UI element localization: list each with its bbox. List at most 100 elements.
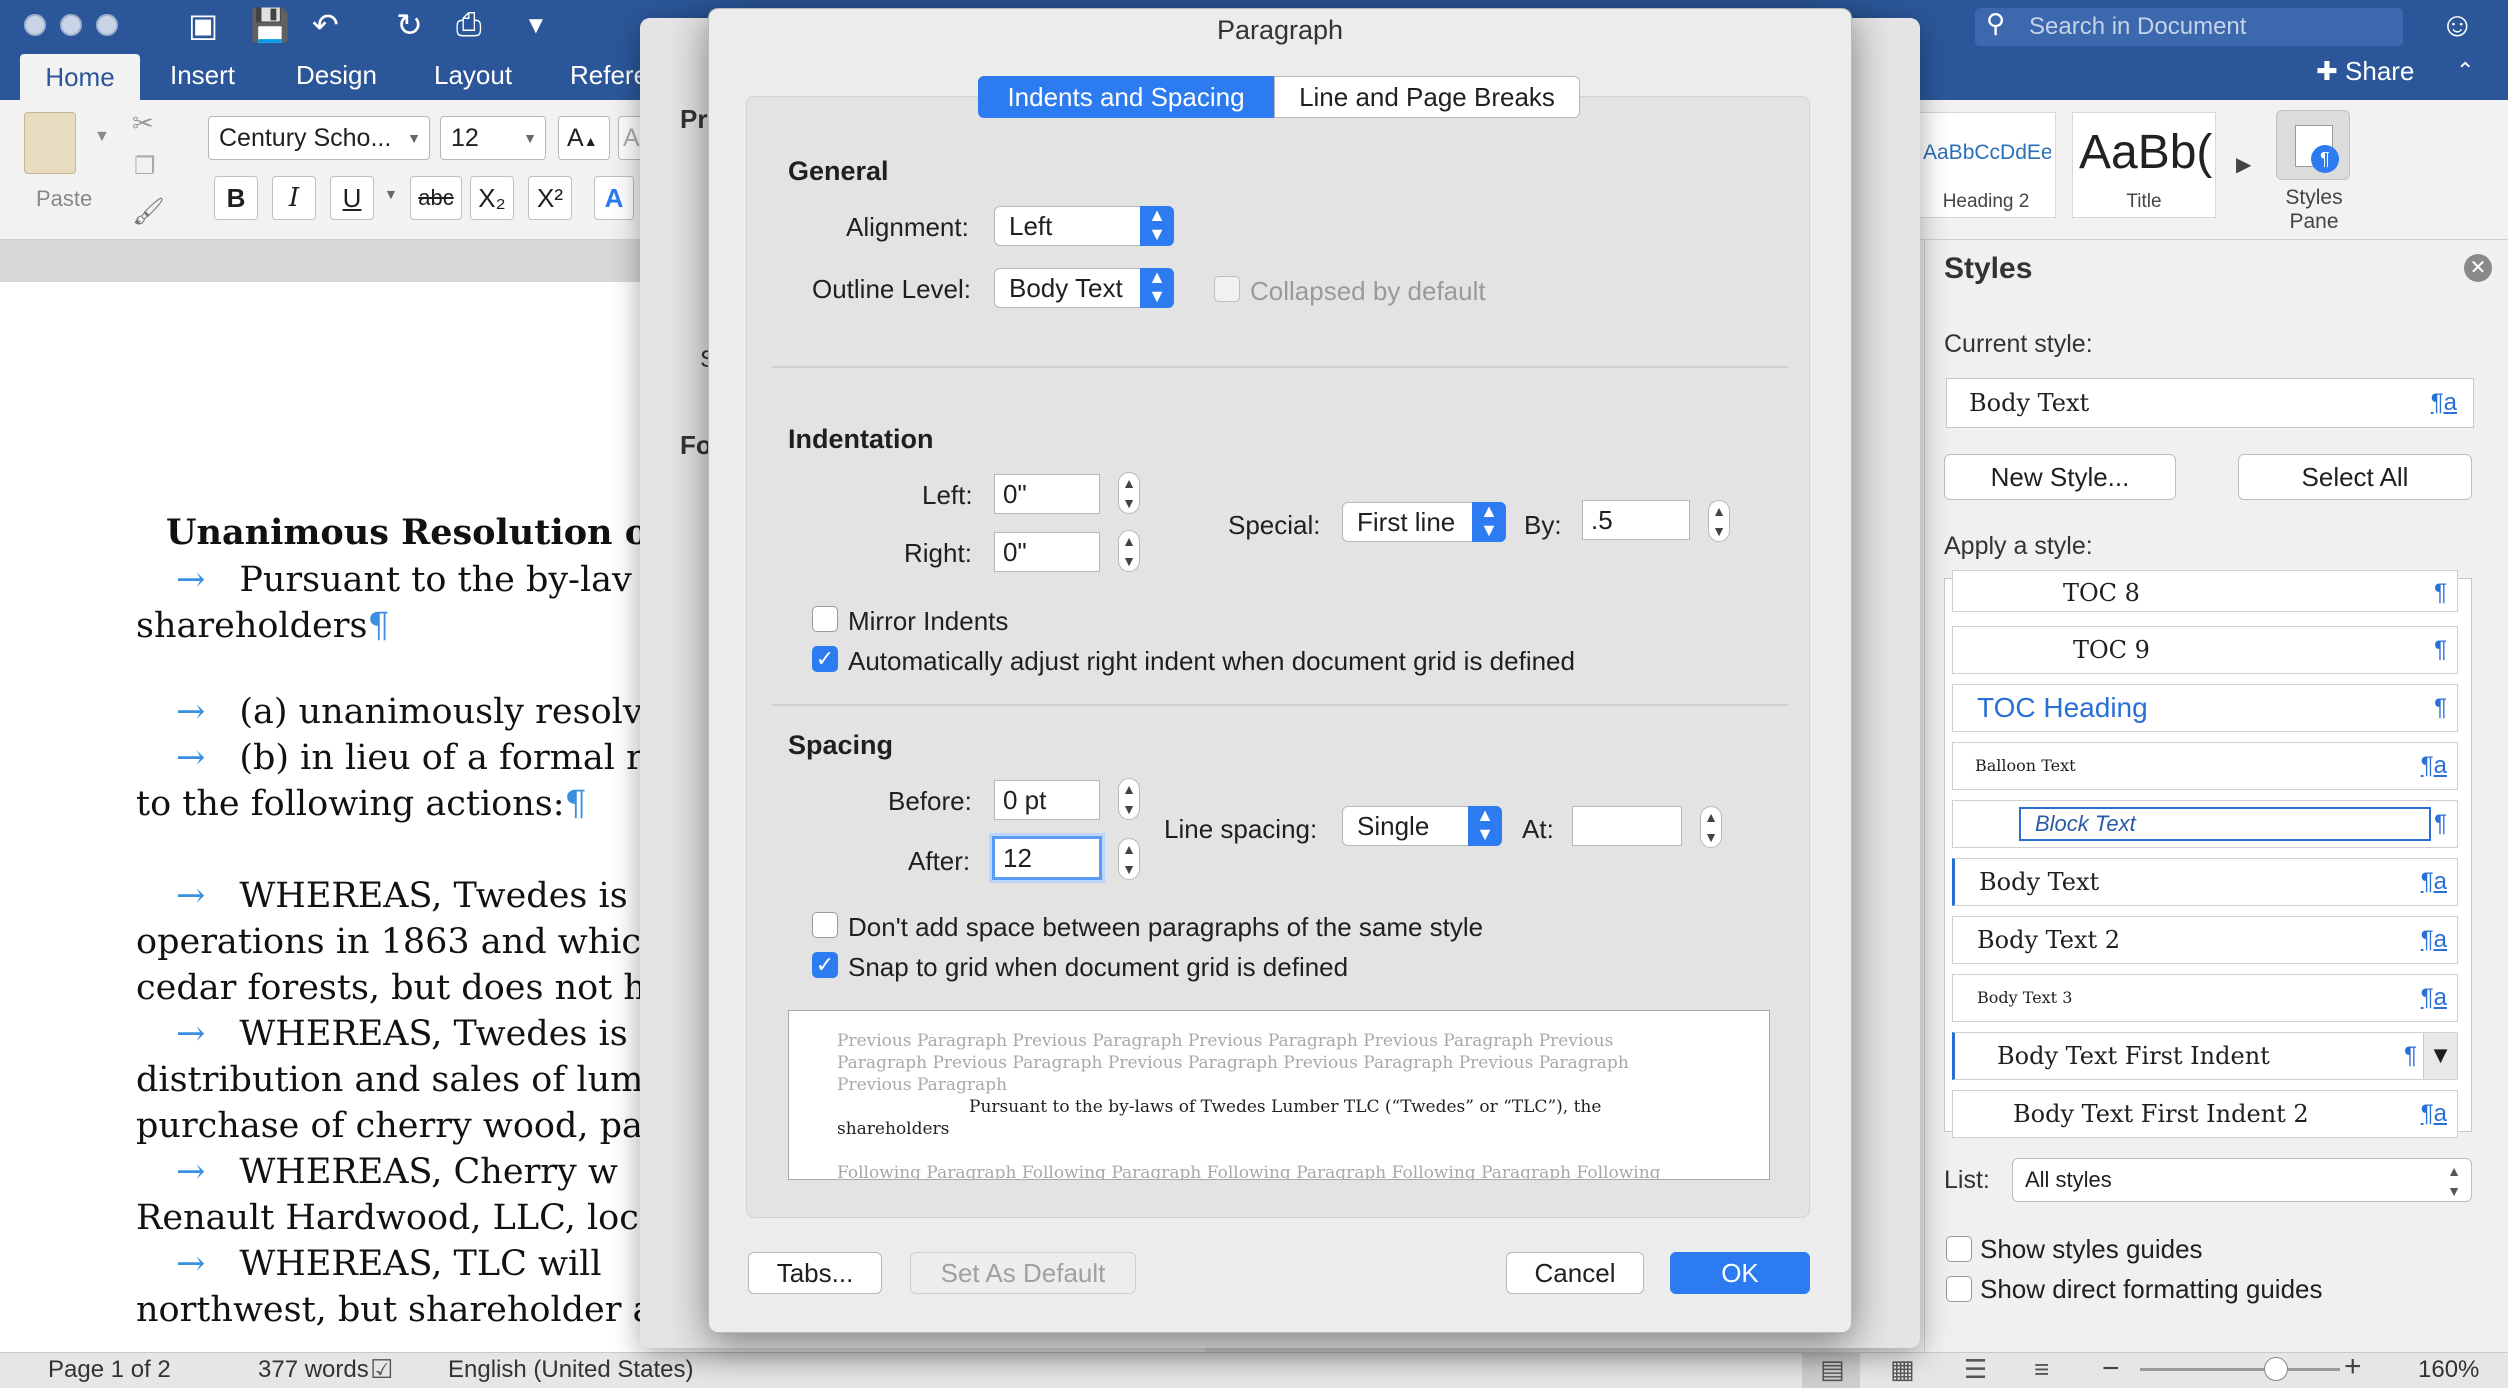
doc-line[interactable]: northwest, but shareholder and [136,1290,698,1330]
text-effects-icon[interactable]: A [594,176,634,220]
tabs-button[interactable]: Tabs... [748,1252,882,1294]
web-layout-view-icon[interactable]: ▦ [1890,1354,1915,1385]
paste-options-icon[interactable]: ▼ [94,128,110,146]
doc-line[interactable]: → WHEREAS, Twedes is [136,1014,628,1054]
list-select[interactable]: All styles ▲ ▼ [2012,1158,2472,1202]
font-size-select[interactable]: 12 ▼ [440,116,546,160]
by-input[interactable]: .5 [1582,500,1690,540]
zoom-out-icon[interactable]: − [2102,1352,2120,1386]
proofing-icon[interactable]: ☑ [370,1354,393,1385]
style-gallery-title[interactable]: AaBb( Title [2072,112,2216,218]
collapse-ribbon-icon[interactable]: ⌃ [2456,58,2474,84]
save-icon[interactable]: 💾 [250,6,290,44]
tab-line-and-page-breaks[interactable]: Line and Page Breaks [1274,76,1580,118]
undo-icon[interactable]: ↶ [312,6,339,44]
copy-icon[interactable]: ❐ [134,152,156,181]
snap-to-grid-checkbox[interactable]: ✓ [812,952,838,978]
new-style-button[interactable]: New Style... [1944,454,2176,500]
customize-toolbar-icon[interactable]: ▼ [524,12,548,40]
search-input[interactable]: Search in Document [1975,8,2403,46]
spacing-before-input[interactable]: 0 pt [994,780,1100,820]
alignment-select[interactable]: Left ▲ ▼ [994,206,1174,246]
language-indicator[interactable]: English (United States) [448,1356,693,1384]
doc-line[interactable]: purchase of cherry wood, par [136,1106,660,1146]
style-item-body-text-first-indent[interactable]: Body Text First Indent ¶ ▼ [1952,1032,2458,1080]
dont-add-space-checkbox[interactable] [812,912,838,938]
doc-line[interactable]: → (a) unanimously resolv [136,692,643,732]
underline-button[interactable]: U [330,176,374,220]
style-item-block-text[interactable]: Block Text ¶ [1952,800,2458,848]
strikethrough-button[interactable]: abc [410,176,462,220]
show-direct-formatting-checkbox[interactable] [1946,1276,1972,1302]
indent-left-stepper[interactable]: ▲ ▼ [1118,472,1140,514]
doc-line[interactable]: operations in 1863 and which [136,922,664,962]
doc-line[interactable]: → Pursuant to the by-lav [136,560,632,600]
indent-right-stepper[interactable]: ▲ ▼ [1118,530,1140,572]
set-as-default-button[interactable]: Set As Default [910,1252,1136,1294]
current-style-field[interactable]: Body Text ¶a [1946,378,2474,428]
clipboard-icon[interactable] [24,112,76,174]
zoom-slider-thumb[interactable] [2264,1357,2288,1381]
tab-insert[interactable]: Insert [170,60,235,91]
tab-layout[interactable]: Layout [434,60,512,91]
page-count[interactable]: Page 1 of 2 [48,1356,171,1384]
format-painter-icon[interactable]: 🖌 [132,196,165,227]
indent-right-input[interactable]: 0" [994,532,1100,572]
underline-options-icon[interactable]: ▼ [384,186,398,202]
close-pane-icon[interactable]: ✕ [2464,254,2492,282]
style-item-toc8[interactable]: TOC 8 ¶ [1952,570,2458,612]
line-spacing-select[interactable]: Single ▲ ▼ [1342,806,1502,846]
bold-button[interactable]: B [214,176,258,220]
zoom-in-icon[interactable]: + [2344,1350,2362,1384]
special-select[interactable]: First line ▲ ▼ [1342,502,1506,542]
doc-line[interactable]: cedar forests, but does not ha [136,968,667,1008]
style-item-body-text-first-indent-2[interactable]: Body Text First Indent 2 ¶a [1952,1090,2458,1138]
doc-line[interactable]: → WHEREAS, Twedes is [136,876,628,916]
spacing-after-stepper[interactable]: ▲ ▼ [1118,838,1140,880]
doc-line[interactable]: Renault Hardwood, LLC, loc [136,1198,639,1238]
doc-line[interactable]: → WHEREAS, Cherry w [136,1152,618,1192]
doc-line[interactable]: to the following actions:¶ [136,784,587,824]
word-count[interactable]: 377 words [258,1356,369,1384]
zoom-level[interactable]: 160% [2418,1356,2479,1384]
redo-icon[interactable]: ↻ [396,6,423,44]
cut-icon[interactable]: ✂ [132,108,154,139]
collapsed-by-default-checkbox[interactable] [1214,276,1240,302]
outline-view-icon[interactable]: ☰ [1964,1354,1987,1385]
print-icon[interactable]: ⎙ [456,6,482,44]
style-item-body-text[interactable]: Body Text ¶a [1952,858,2458,906]
doc-title[interactable]: Unanimous Resolution o [166,512,648,553]
subscript-button[interactable]: X₂ [470,176,514,220]
superscript-button[interactable]: X² [528,176,572,220]
ok-button[interactable]: OK [1670,1252,1810,1294]
indent-left-input[interactable]: 0" [994,474,1100,514]
style-item-body-text-3[interactable]: Body Text 3 ¶a [1952,974,2458,1022]
styles-pane-button[interactable]: ¶ [2276,110,2350,180]
at-stepper[interactable]: ▲ ▼ [1700,806,1722,848]
doc-line[interactable]: shareholders¶ [136,606,390,646]
tab-home[interactable]: Home [20,54,140,100]
doc-line[interactable]: → WHEREAS, TLC will [136,1244,602,1284]
zoom-window-button[interactable] [96,14,118,36]
cancel-button[interactable]: Cancel [1506,1252,1644,1294]
gallery-next-icon[interactable]: ▶ [2236,152,2251,177]
share-button[interactable]: ✚ Share [2316,56,2414,87]
spacing-after-input[interactable]: 12 [992,836,1102,880]
zoom-slider[interactable] [2140,1368,2340,1371]
draft-view-icon[interactable]: ≡ [2034,1354,2049,1385]
auto-adjust-indent-checkbox[interactable]: ✓ [812,646,838,672]
style-item-body-text-2[interactable]: Body Text 2 ¶a [1952,916,2458,964]
tab-design[interactable]: Design [296,60,377,91]
select-all-button[interactable]: Select All [2238,454,2472,500]
outline-level-select[interactable]: Body Text ▲ ▼ [994,268,1174,308]
doc-line[interactable]: → (b) in lieu of a formal r [136,738,643,778]
font-name-select[interactable]: Century Scho... ▼ [208,116,430,160]
close-window-button[interactable] [24,14,46,36]
sidebar-toggle-icon[interactable]: ▣ [188,6,218,44]
mirror-indents-checkbox[interactable] [812,606,838,632]
tab-references[interactable]: Refere [570,60,648,91]
show-styles-guides-checkbox[interactable] [1946,1236,1972,1262]
tab-indents-and-spacing[interactable]: Indents and Spacing [978,76,1274,118]
style-item-toc9[interactable]: TOC 9 ¶ [1952,626,2458,674]
doc-line[interactable]: distribution and sales of lum [136,1060,643,1100]
